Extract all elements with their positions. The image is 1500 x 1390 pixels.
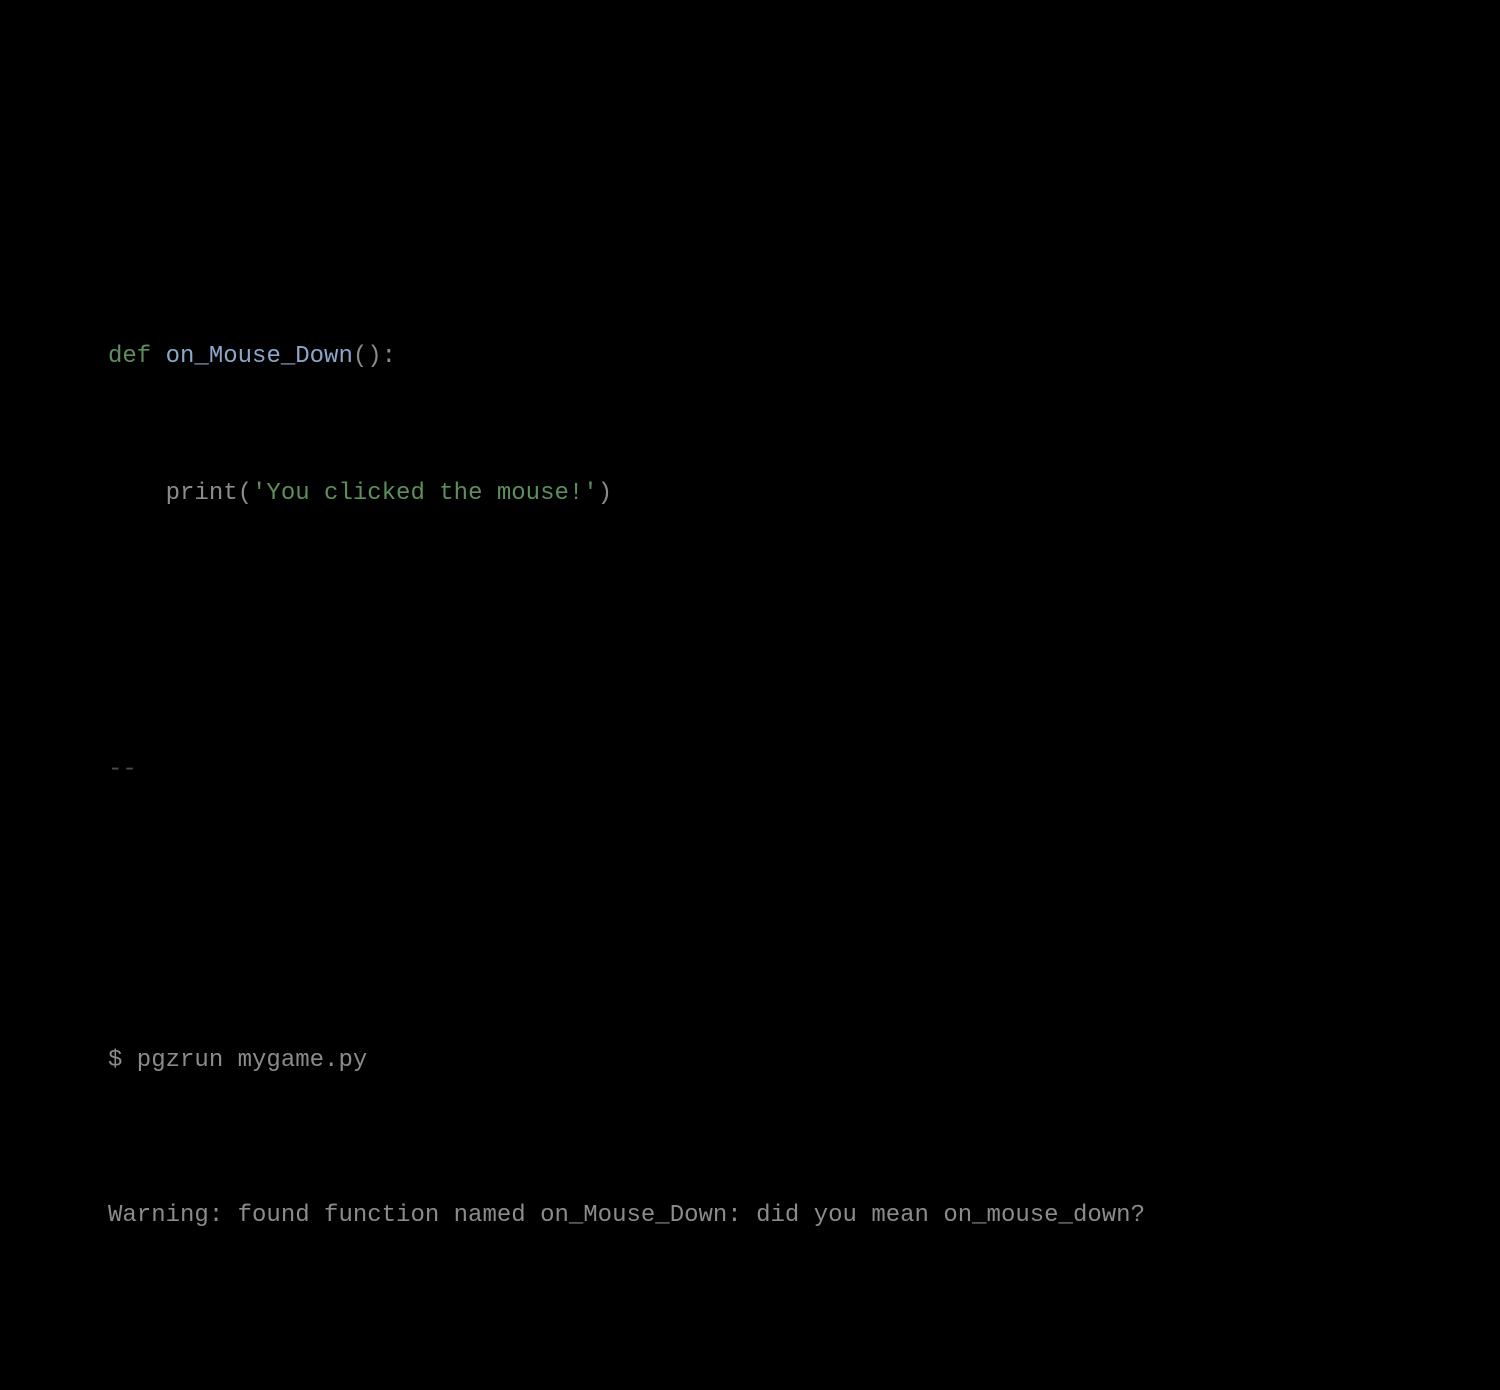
keyword-def: def bbox=[108, 343, 151, 370]
slide-content: def on_Mouse_Down(): print('You clicked … bbox=[108, 152, 1145, 1390]
code-block: def on_Mouse_Down(): print('You clicked … bbox=[108, 243, 1145, 608]
parens-colon: (): bbox=[353, 343, 396, 370]
function-name: on_Mouse_Down bbox=[166, 343, 353, 370]
separator: -- bbox=[108, 747, 1145, 793]
close-paren: ) bbox=[598, 480, 612, 507]
code-line-2: print('You clicked the mouse!') bbox=[108, 471, 1145, 517]
code-line-1: def on_Mouse_Down(): bbox=[108, 334, 1145, 380]
string-literal: 'You clicked the mouse!' bbox=[252, 480, 598, 507]
terminal-command: $ pgzrun mygame.py bbox=[108, 1035, 1145, 1087]
terminal-block: $ pgzrun mygame.py Warning: found functi… bbox=[108, 932, 1145, 1345]
function-call: print bbox=[166, 480, 238, 507]
open-paren: ( bbox=[238, 480, 252, 507]
terminal-output: Warning: found function named on_Mouse_D… bbox=[108, 1190, 1145, 1242]
indent bbox=[108, 480, 166, 507]
space bbox=[151, 343, 165, 370]
